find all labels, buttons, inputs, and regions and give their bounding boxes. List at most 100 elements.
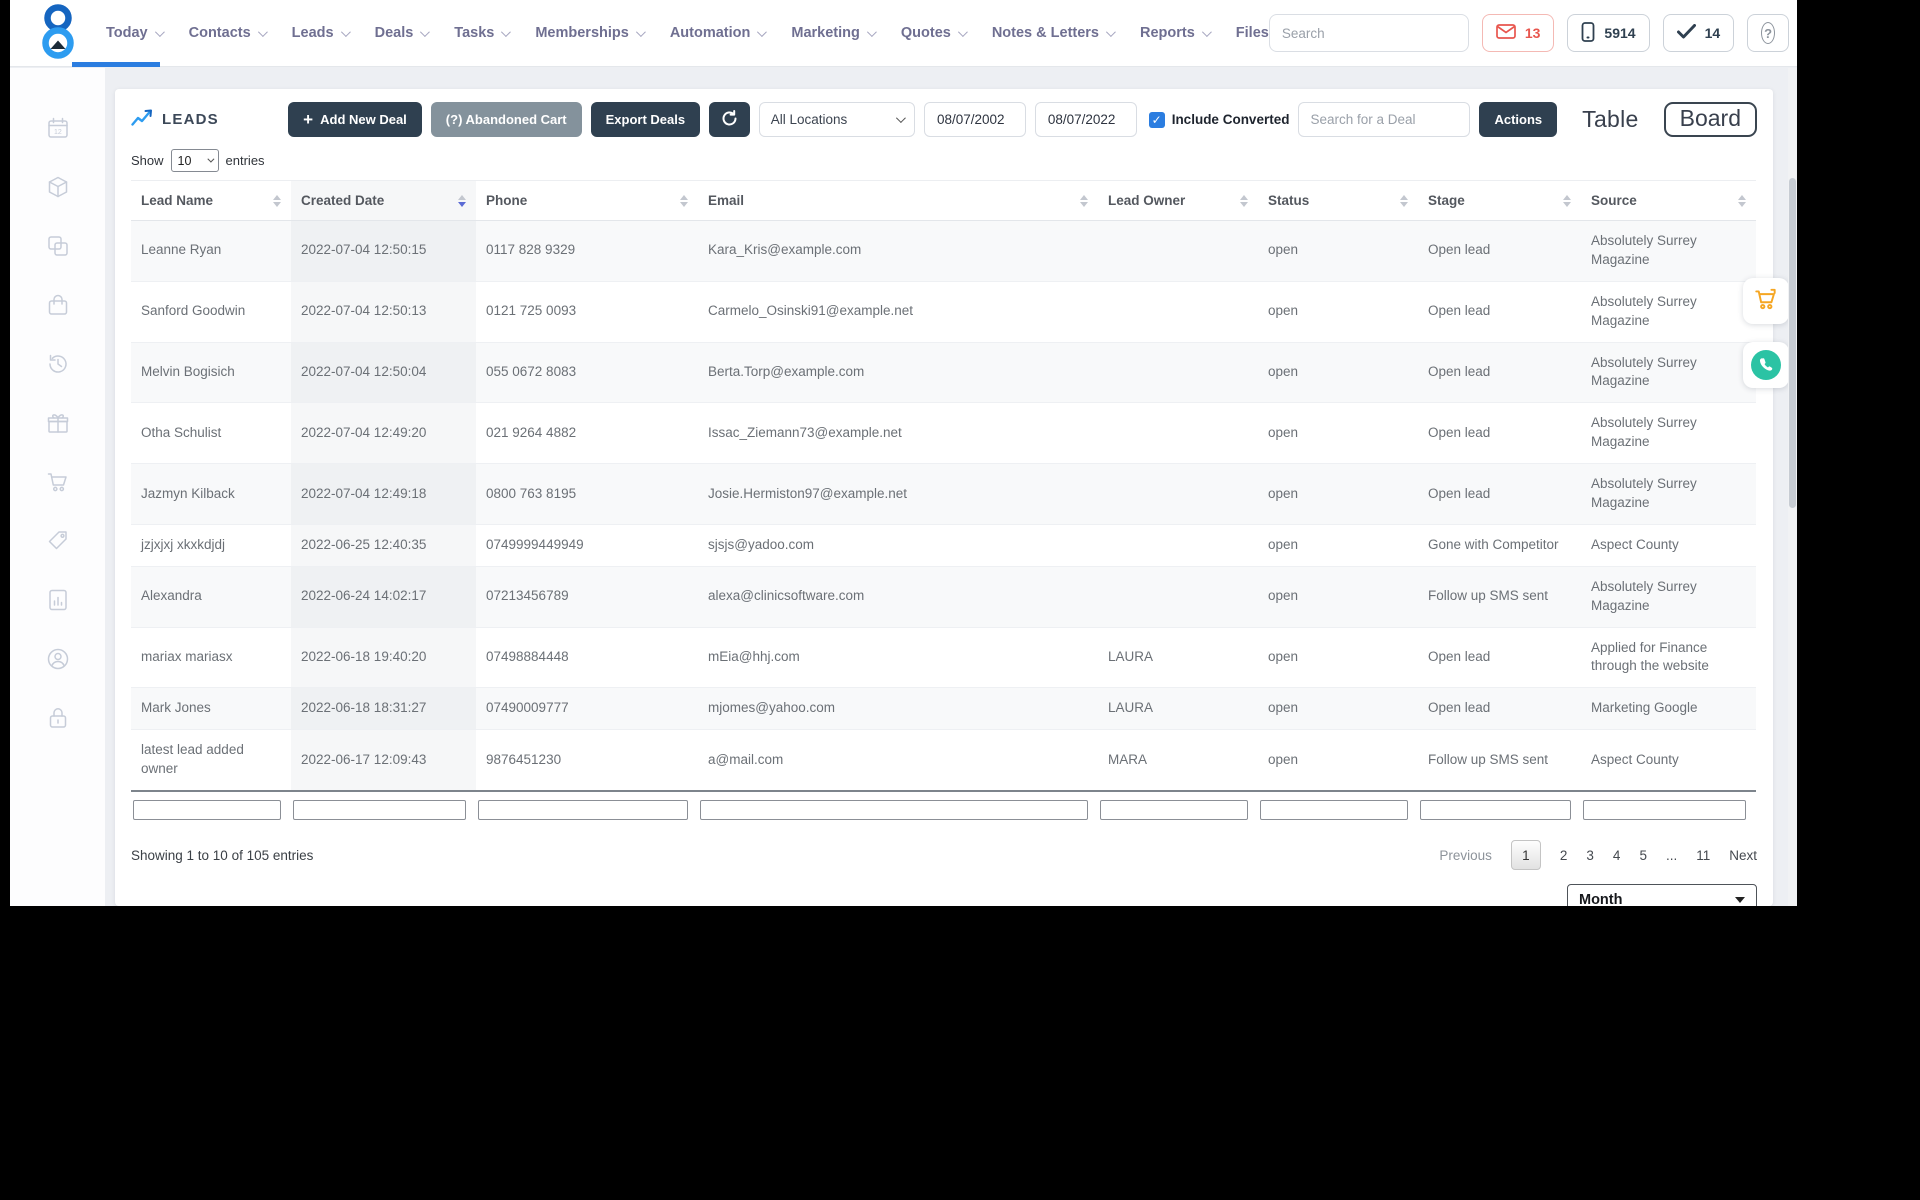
nav-item-notes-letters[interactable]: Notes & Letters — [992, 25, 1116, 41]
col-header-email[interactable]: Email — [698, 180, 1098, 221]
email-cell: Josie.Hermiston97@example.net — [698, 463, 1098, 525]
include-converted-toggle[interactable]: ✓ Include Converted — [1148, 111, 1289, 128]
nav-item-files[interactable]: Files — [1236, 25, 1269, 41]
pagination-page-11[interactable]: 11 — [1696, 848, 1710, 863]
lead-row[interactable]: Leanne Ryan 2022-07-04 12:50:15 0117 828 9… — [131, 220, 1756, 282]
floating-cart-button[interactable] — [1743, 278, 1789, 324]
sort-toggle-icon-active-desc[interactable] — [458, 194, 466, 207]
nav-item-reports[interactable]: Reports — [1140, 25, 1212, 41]
filter-status-input[interactable] — [1260, 800, 1408, 821]
lead-row[interactable]: mariax mariasx 2022-06-18 19:40:20 0749888… — [131, 626, 1756, 688]
lead-row[interactable]: Jazmyn Kilback 2022-07-04 12:49:18 0800 76… — [131, 463, 1756, 525]
view-toggle-board[interactable]: Board — [1663, 102, 1757, 137]
col-header-stage[interactable]: Stage — [1418, 180, 1581, 221]
date-to-input[interactable]: 08/07/2022 — [1034, 102, 1137, 137]
lock-icon[interactable] — [10, 688, 105, 747]
view-toggle-table[interactable]: Table — [1582, 106, 1638, 133]
export-deals-button[interactable]: Export Deals — [590, 102, 701, 137]
svg-text:12: 12 — [54, 129, 62, 136]
brand-logo[interactable] — [36, 3, 80, 64]
floating-whatsapp-button[interactable] — [1743, 342, 1789, 388]
page-size-select[interactable]: 10 — [170, 149, 219, 172]
filter-source-input[interactable] — [1583, 800, 1746, 821]
col-header-lead-owner[interactable]: Lead Owner — [1098, 180, 1258, 221]
nav-item-contacts[interactable]: Contacts — [189, 25, 268, 41]
lead-row[interactable]: jzjxjxj xkxkdjdj 2022-06-25 12:40:35 07499… — [131, 523, 1756, 567]
nav-item-marketing[interactable]: Marketing — [791, 25, 877, 41]
pagination-page-3[interactable]: 3 — [1586, 848, 1594, 863]
lead-row[interactable]: latest lead added owner 2022-06-17 12:09:… — [131, 729, 1756, 793]
lead-row[interactable]: Melvin Bogisich 2022-07-04 12:50:04 055 06… — [131, 341, 1756, 403]
col-label: Phone — [486, 193, 528, 208]
col-header-created-date[interactable]: Created Date — [291, 180, 476, 221]
locations-select[interactable]: All Locations — [758, 102, 915, 137]
refresh-icon — [721, 109, 738, 130]
source-cell: Absolutely Surrey Magazine — [1581, 280, 1756, 343]
pagination-previous[interactable]: Previous — [1439, 848, 1492, 863]
filter-email-input[interactable] — [700, 800, 1088, 821]
lead-row[interactable]: Otha Schulist 2022-07-04 12:49:20 021 9264… — [131, 402, 1756, 464]
owner-cell: LAURA — [1098, 626, 1258, 688]
help-button[interactable]: ? — [1747, 14, 1790, 52]
sort-toggle-icon[interactable] — [1240, 194, 1248, 207]
vertical-scrollbar[interactable] — [1788, 68, 1797, 906]
lead-row[interactable]: Mark Jones 2022-06-18 18:31:27 07490009777… — [131, 687, 1756, 730]
scrollbar-thumb[interactable] — [1789, 178, 1796, 508]
abandoned-cart-button[interactable]: (?) Abandoned Cart — [430, 102, 582, 137]
pagination-page-4[interactable]: 4 — [1613, 848, 1621, 863]
copy-layers-icon[interactable] — [10, 216, 105, 275]
refresh-button[interactable] — [709, 102, 750, 137]
nav-item-today[interactable]: Today — [106, 25, 165, 41]
whatsapp-icon — [1751, 350, 1781, 380]
pagination-page-2[interactable]: 2 — [1560, 848, 1568, 863]
tasks-button[interactable]: 14 — [1662, 14, 1735, 52]
locations-value: All Locations — [770, 112, 848, 127]
package-cube-icon[interactable] — [10, 157, 105, 216]
lead-row[interactable]: Alexandra 2022-06-24 14:02:17 07213456789 a… — [131, 565, 1756, 628]
nav-item-quotes[interactable]: Quotes — [901, 25, 968, 41]
status-cell: open — [1258, 402, 1418, 464]
col-header-status[interactable]: Status — [1258, 180, 1418, 221]
shopping-cart-icon[interactable] — [10, 452, 105, 511]
nav-item-leads[interactable]: Leads — [292, 25, 351, 41]
sort-toggle-icon[interactable] — [1738, 194, 1746, 207]
col-header-lead-name[interactable]: Lead Name — [131, 180, 291, 221]
pagination-page-1-current[interactable]: 1 — [1510, 840, 1541, 871]
sort-toggle-icon[interactable] — [1563, 194, 1571, 207]
pagination-next[interactable]: Next — [1729, 848, 1757, 863]
nav-item-tasks[interactable]: Tasks — [454, 25, 512, 41]
global-search-input[interactable] — [1269, 25, 1468, 41]
deal-search-input[interactable] — [1298, 102, 1471, 137]
filter-phone-input[interactable] — [478, 800, 688, 821]
sort-toggle-icon[interactable] — [273, 194, 281, 207]
filter-stage-input[interactable] — [1420, 800, 1571, 821]
actions-button[interactable]: Actions — [1479, 102, 1558, 137]
add-new-deal-button[interactable]: + Add New Deal — [288, 102, 422, 137]
date-from-input[interactable]: 08/07/2002 — [924, 102, 1026, 137]
chart-period-select[interactable]: Month — [1567, 884, 1757, 906]
sort-toggle-icon[interactable] — [1080, 194, 1088, 207]
calendar-icon[interactable]: 12 — [10, 98, 105, 157]
nav-item-deals[interactable]: Deals — [375, 25, 431, 41]
price-tag-icon[interactable] — [10, 511, 105, 570]
history-clock-icon[interactable] — [10, 334, 105, 393]
mail-notifications-button[interactable]: 13 — [1481, 14, 1555, 52]
owner-cell — [1098, 523, 1258, 567]
filter-created-date-input[interactable] — [293, 800, 466, 821]
col-header-phone[interactable]: Phone — [476, 180, 698, 221]
pagination-page-5[interactable]: 5 — [1639, 848, 1647, 863]
leads-table: Lead Name Created Date Phone Email Lead … — [131, 180, 1756, 793]
report-chart-icon[interactable] — [10, 570, 105, 629]
shopping-bag-icon[interactable] — [10, 275, 105, 334]
gift-icon[interactable] — [10, 393, 105, 452]
sort-toggle-icon[interactable] — [680, 194, 688, 207]
nav-item-automation[interactable]: Automation — [670, 25, 768, 41]
lead-row[interactable]: Sanford Goodwin 2022-07-04 12:50:13 0121 7… — [131, 280, 1756, 343]
calls-button[interactable]: 5914 — [1567, 14, 1650, 52]
filter-lead-owner-input[interactable] — [1100, 800, 1248, 821]
nav-item-memberships[interactable]: Memberships — [535, 25, 646, 41]
account-circle-icon[interactable] — [10, 629, 105, 688]
sort-toggle-icon[interactable] — [1400, 194, 1408, 207]
filter-lead-name-input[interactable] — [133, 800, 281, 821]
col-header-source[interactable]: Source — [1581, 180, 1756, 221]
